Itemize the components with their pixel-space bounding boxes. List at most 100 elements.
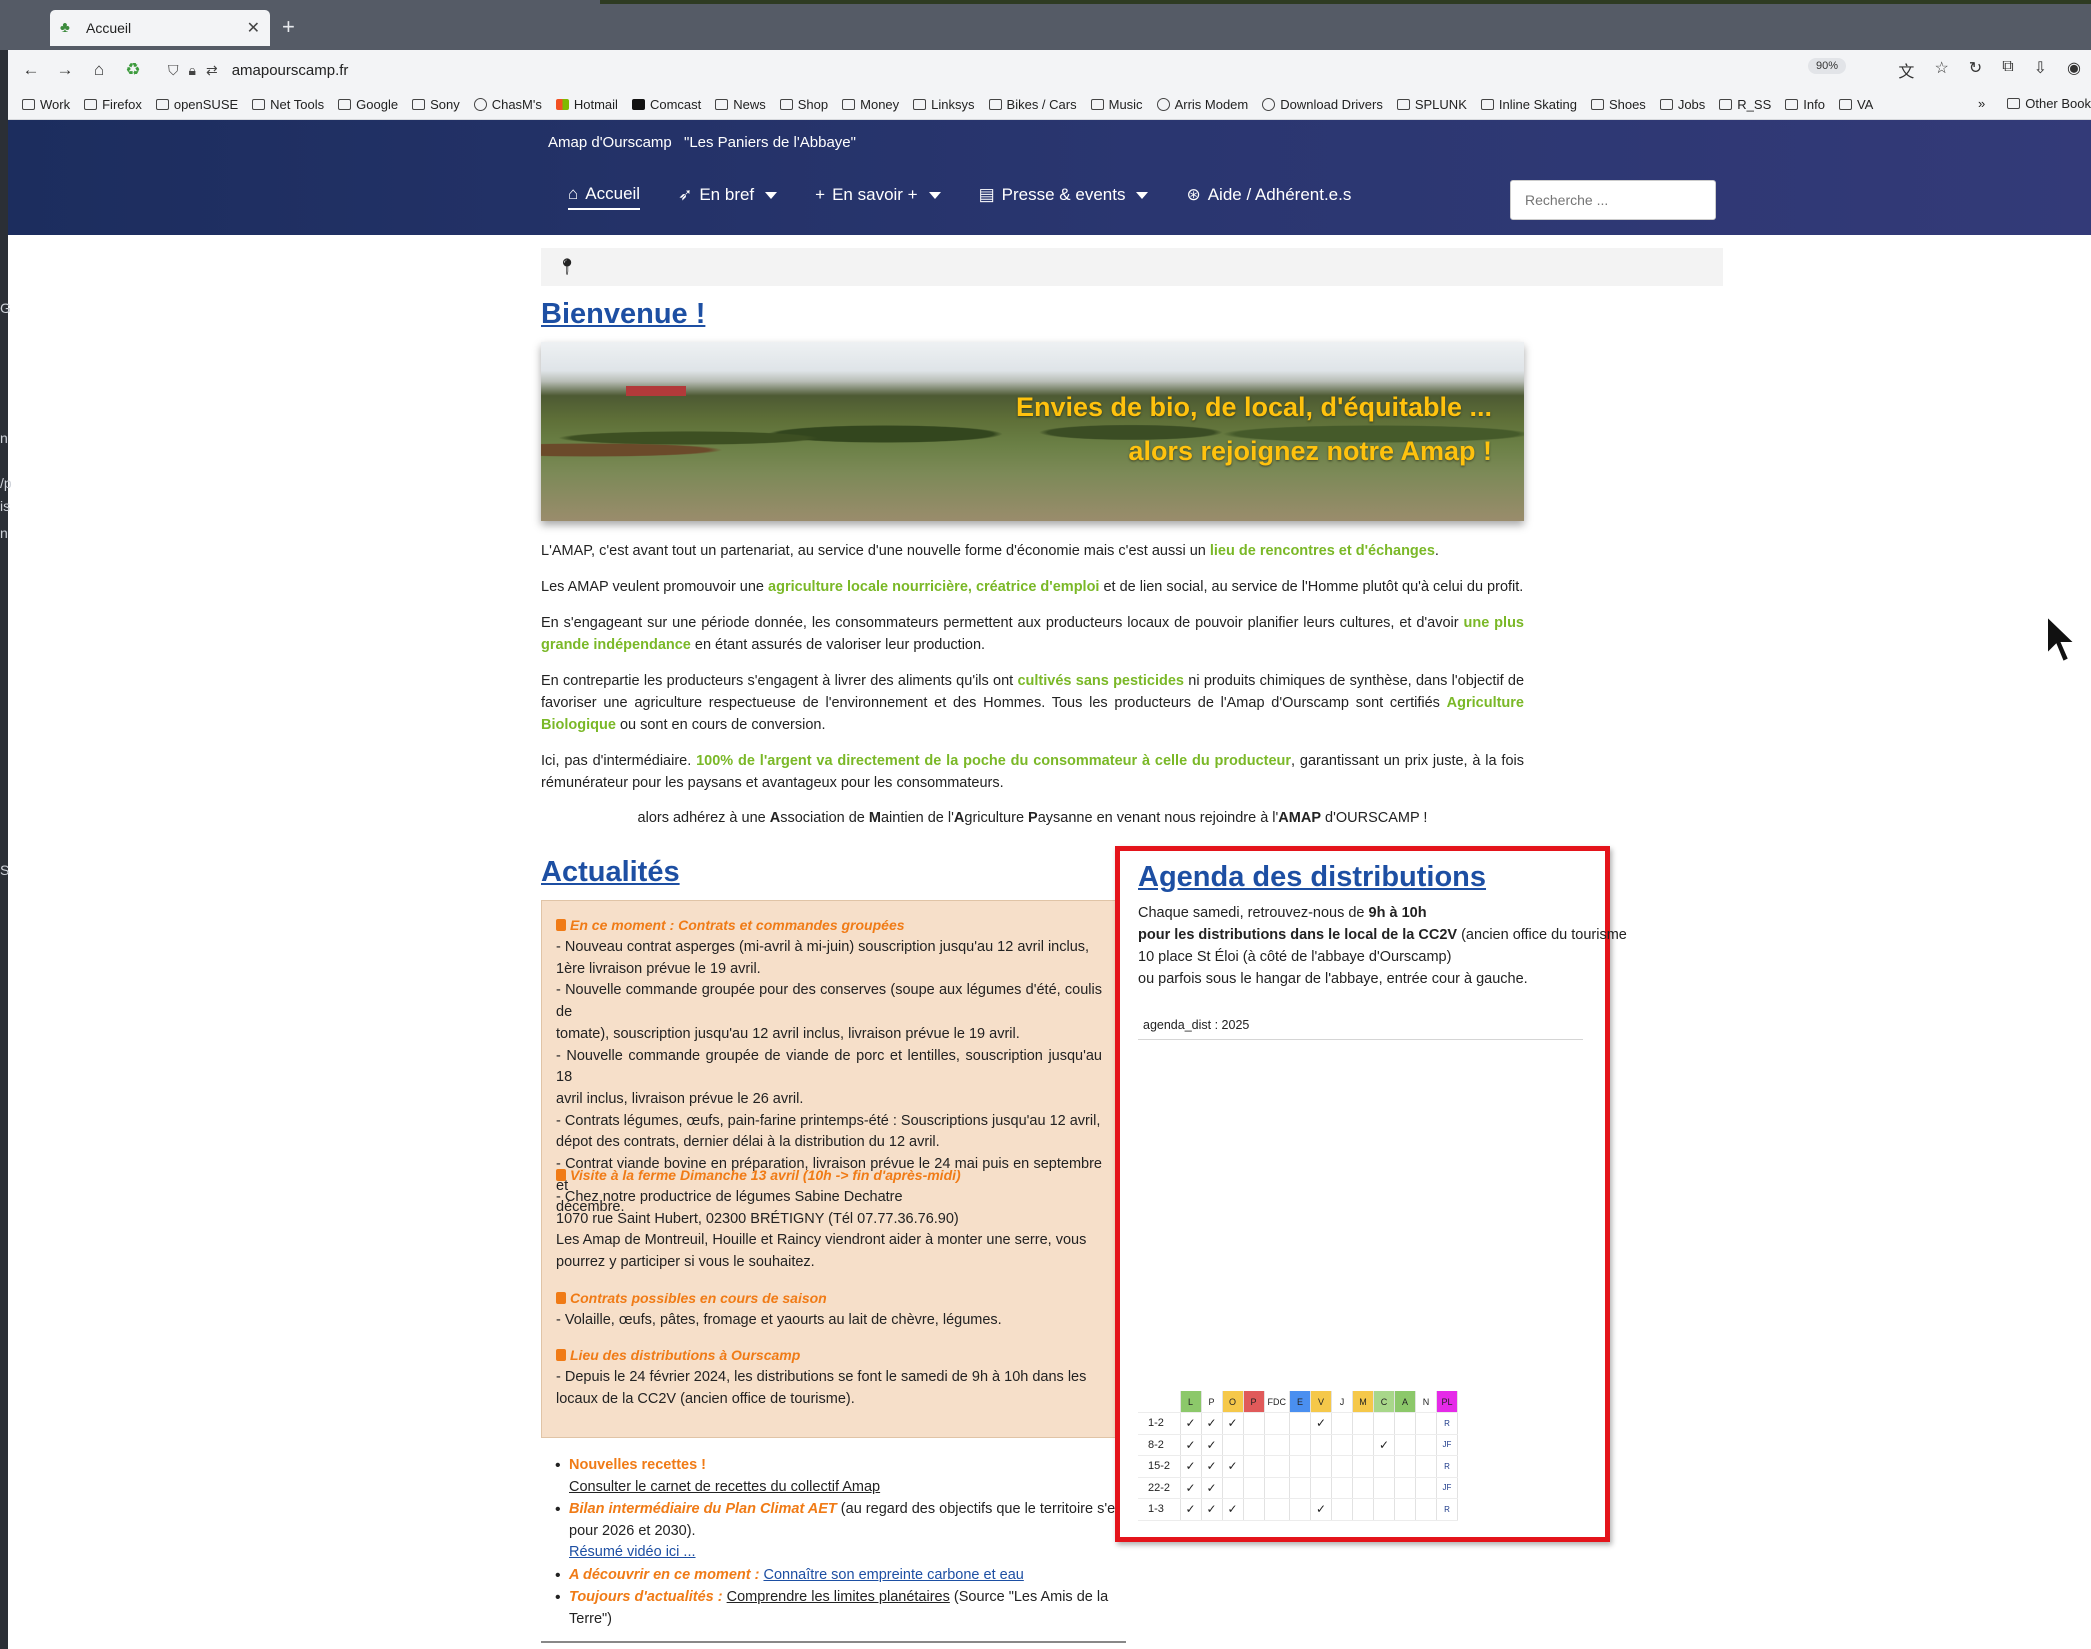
table-row: 1-2 ✓ ✓ ✓ ✓ R — [1138, 1412, 1458, 1435]
chevron-double-right-icon[interactable]: » — [1978, 96, 1985, 111]
calendar-date-cell: 15-2 — [1138, 1455, 1181, 1478]
agenda-title[interactable]: Agenda des distributions — [1138, 861, 1486, 894]
menu-item-2[interactable]: + En savoir + — [815, 184, 941, 210]
x-icon — [631, 99, 645, 110]
home-icon[interactable]: ⌂ — [82, 60, 116, 80]
news-line: - Volaille, œufs, pâtes, fromage et yaou… — [556, 1312, 1002, 1328]
news-line: - Depuis le 24 février 2024, les distrib… — [556, 1369, 1087, 1385]
bookmark-item[interactable]: Inline Skating — [1480, 97, 1577, 112]
bookmark-item[interactable]: Info — [1785, 97, 1825, 112]
bookmark-item[interactable]: Work — [22, 97, 70, 112]
recipes-link[interactable]: Consulter le carnet de recettes du colle… — [569, 1479, 880, 1495]
bookmark-item[interactable]: R_SS — [1719, 97, 1771, 112]
bookmark-item[interactable]: Music — [1090, 97, 1143, 112]
planetary-limits-link[interactable]: Comprendre les limites planétaires — [727, 1589, 950, 1605]
bookmark-item[interactable]: Shoes — [1590, 97, 1646, 112]
close-icon[interactable]: ✕ — [247, 18, 260, 38]
calendar-mark-cell: ✓ — [1373, 1434, 1395, 1456]
site-header: Amap d'Ourscamp "Les Paniers de l'Abbaye… — [8, 120, 2091, 235]
bookmark-label: Money — [860, 97, 900, 112]
calendar-mark-cell — [1222, 1477, 1244, 1499]
extension-icon[interactable]: ♻ — [116, 60, 150, 80]
clipboard-icon — [556, 1349, 566, 1361]
bookmark-label: Linksys — [931, 97, 975, 112]
address-bar[interactable]: ⛉ 🔒︎ ⇄ amapourscamp.fr — [168, 56, 1928, 84]
calendar-mark-cell: ✓ — [1201, 1455, 1223, 1478]
calendar-responsible-cell: R — [1436, 1412, 1458, 1435]
bookmark-item[interactable]: Jobs — [1659, 97, 1705, 112]
bookmark-label: Firefox — [102, 97, 142, 112]
url-text[interactable]: amapourscamp.fr — [232, 62, 349, 79]
shield-icon[interactable]: ⛉ — [168, 62, 179, 79]
bookmark-item[interactable]: Sony — [412, 97, 460, 112]
news-line: 1ère livraison prévue le 19 avril. — [556, 960, 761, 977]
bookmark-item[interactable]: Arris Modem — [1156, 97, 1248, 112]
folder-icon — [913, 99, 927, 110]
calendar-mark-cell — [1264, 1477, 1290, 1499]
bookmark-item[interactable]: News — [715, 97, 766, 112]
tab-accueil[interactable]: ♣ Accueil ✕ — [50, 10, 270, 46]
news-title[interactable]: Actualités — [541, 856, 680, 889]
bookmark-item[interactable]: Shop — [779, 97, 828, 112]
account-icon[interactable]: ◉ — [2067, 58, 2081, 82]
welcome-title[interactable]: Bienvenue ! — [541, 298, 705, 331]
bookmark-item[interactable]: VA — [1838, 97, 1873, 112]
site-brand[interactable]: Amap d'Ourscamp — [548, 134, 672, 151]
folder-icon — [2007, 98, 2021, 109]
other-bookmarks-label[interactable]: Other Book — [2025, 96, 2091, 111]
translate-icon[interactable]: 文 — [1898, 58, 1914, 82]
bookmark-item[interactable]: Money — [842, 97, 899, 112]
calendar-mark-cell — [1394, 1412, 1416, 1435]
bookmark-item[interactable]: Hotmail — [555, 97, 618, 112]
menu-item-3[interactable]: ▤ Presse & events — [979, 184, 1149, 210]
news-line: avril inclus, livraison prévue le 26 avr… — [556, 1090, 804, 1107]
lock-icon[interactable]: 🔒︎ — [189, 62, 196, 79]
calendar-mark-cell — [1331, 1477, 1353, 1499]
calendar-column-header: A — [1394, 1391, 1416, 1413]
downloads-icon[interactable]: ⇩ — [2034, 58, 2047, 82]
hero-line-2: alors rejoignez notre Amap ! — [1128, 436, 1492, 466]
bookmark-item[interactable]: ChasM's — [473, 97, 542, 112]
bookmarks-overflow[interactable]: » Other Book — [1978, 96, 2091, 111]
folder-icon — [1090, 99, 1104, 110]
calendar-mark-cell — [1373, 1498, 1395, 1521]
bookmark-item[interactable]: Net Tools — [252, 97, 324, 112]
new-tab-icon[interactable]: + — [282, 14, 295, 40]
bookmarks-toolbar: Work Firefox openSUSE Net Tools Google Sony Ch… — [8, 90, 2091, 120]
calendar-date-cell: 22-2 — [1138, 1477, 1181, 1499]
calendar-column-header: O — [1222, 1391, 1244, 1413]
distribution-calendar: L P O P FDC E V J M C A N PL 1-2 ✓ ✓ ✓ ✓ R 8-2 ✓ ✓ ✓ JF 15-2 ✓ ✓ ✓ R… — [1138, 1391, 1458, 1521]
menu-item-0[interactable]: ⌂ Accueil — [568, 184, 641, 210]
forward-icon[interactable]: → — [48, 60, 82, 80]
menu-item-1[interactable]: ➶ En bref — [678, 184, 778, 210]
menu-item-4[interactable]: ⊛ Aide / Adhérent.e.s — [1186, 184, 1351, 210]
search-input[interactable] — [1510, 180, 1716, 220]
news-box: En ce moment : Contrats et commandes gro… — [541, 900, 1118, 1438]
back-icon[interactable]: ← — [14, 60, 48, 80]
bookmark-label: Music — [1108, 97, 1143, 112]
calendar-mark-cell: ✓ — [1201, 1434, 1223, 1456]
bookmark-item[interactable]: Google — [338, 97, 398, 112]
carbon-footprint-link[interactable]: Connaître son empreinte carbone et eau — [763, 1567, 1023, 1583]
bookmark-item[interactable]: Download Drivers — [1262, 97, 1383, 112]
extensions-icon[interactable]: ⧉ — [2002, 58, 2013, 82]
calendar-mark-cell: ✓ — [1201, 1477, 1223, 1499]
bookmark-item[interactable]: Bikes / Cars — [988, 97, 1077, 112]
zoom-level[interactable]: 90% — [1808, 58, 1847, 74]
bookmark-label: ChasM's — [491, 97, 542, 112]
permissions-icon[interactable]: ⇄ — [206, 62, 218, 79]
bookmark-star-icon[interactable]: ☆ — [1934, 58, 1948, 82]
intro-paragraph-4: En contrepartie les producteurs s'engage… — [541, 673, 1525, 733]
reload-icon[interactable]: ↻ — [1969, 58, 1982, 82]
bookmark-item[interactable]: openSUSE — [155, 97, 238, 112]
calendar-column-header: PL — [1436, 1391, 1458, 1413]
bookmark-item[interactable]: Comcast — [631, 97, 701, 112]
video-summary-link[interactable]: Résumé vidéo ici ... — [569, 1544, 696, 1560]
bookmark-item[interactable]: SPLUNK — [1396, 97, 1467, 112]
bookmark-item[interactable]: Linksys — [913, 97, 975, 112]
calendar-mark-cell — [1243, 1477, 1265, 1499]
news-line: - Nouvelle commande groupée de viande de… — [556, 1047, 1102, 1086]
calendar-mark-cell — [1264, 1455, 1290, 1478]
calendar-mark-cell — [1415, 1477, 1437, 1499]
bookmark-item[interactable]: Firefox — [84, 97, 142, 112]
